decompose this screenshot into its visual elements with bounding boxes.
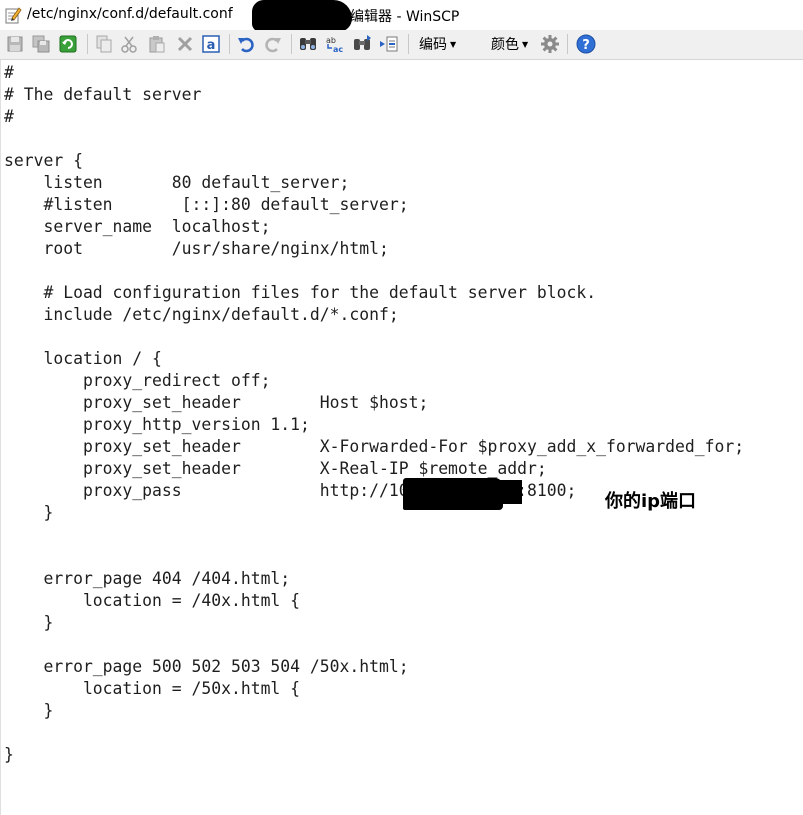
select-all-button[interactable]: a [200, 33, 222, 55]
text-editor[interactable]: # # The default server # server { listen 80… [0, 60, 803, 815]
paste-icon [149, 36, 165, 53]
code-line[interactable]: error_page 500 502 503 504 /50x.html; [4, 656, 744, 678]
code-line[interactable]: error_page 404 /404.html; [4, 568, 744, 590]
code-line[interactable]: location = /50x.html { [4, 678, 744, 700]
settings-icon [541, 35, 559, 53]
settings-button[interactable] [539, 33, 561, 55]
code-line[interactable]: server { [4, 150, 744, 172]
svg-text:?: ? [582, 38, 590, 53]
code-line[interactable]: proxy_set_header X-Real-IP $remote_addr; [4, 458, 744, 480]
code-line[interactable]: } [4, 700, 744, 722]
code-line[interactable]: #listen [::]:80 default_server; [4, 194, 744, 216]
cut-button[interactable] [118, 33, 140, 55]
find-icon [300, 38, 316, 50]
code-line[interactable]: location = /40x.html { [4, 590, 744, 612]
edit-file-icon [4, 6, 22, 24]
code-line[interactable]: # [4, 62, 744, 84]
paste-button[interactable] [146, 33, 168, 55]
window-title-suffix: 编辑器 - WinSCP [350, 9, 460, 25]
editor-toolbar: a ab ac 编码 ▼ 颜色 ▼ ? [0, 30, 803, 80]
delete-icon [177, 36, 193, 52]
svg-text:a: a [207, 38, 216, 53]
find-next-icon [354, 35, 371, 50]
code-line[interactable] [4, 326, 744, 348]
redo-button[interactable] [262, 33, 284, 55]
save-all-button[interactable] [30, 33, 52, 55]
save-all-icon [32, 35, 50, 53]
cut-icon [121, 36, 137, 53]
annotation-label: 你的ip端口 [605, 491, 697, 512]
toolbar-separator [87, 34, 88, 54]
replace-button[interactable]: ab ac [323, 33, 345, 55]
code-line[interactable]: proxy_redirect off; [4, 370, 744, 392]
code-line[interactable]: proxy_set_header X-Forwarded-For $proxy_… [4, 436, 744, 458]
code-line[interactable] [4, 128, 744, 150]
code-line[interactable]: listen 80 default_server; [4, 172, 744, 194]
color-dropdown[interactable]: 颜色 ▼ [491, 35, 528, 53]
code-area[interactable]: # # The default server # server { listen 80… [4, 62, 744, 766]
code-line[interactable]: # The default server [4, 84, 744, 106]
save-button[interactable] [4, 33, 26, 55]
code-line[interactable] [4, 546, 744, 568]
toolbar-separator [229, 34, 230, 54]
chevron-down-icon: ▼ [450, 39, 457, 49]
select-all-icon: a [202, 35, 220, 53]
find-button[interactable] [297, 33, 319, 55]
delete-button[interactable] [174, 33, 196, 55]
window-title-path: /etc/nginx/conf.d/default.conf [27, 6, 233, 22]
find-next-button[interactable] [351, 33, 373, 55]
svg-text:ab: ab [326, 36, 336, 45]
code-line[interactable]: root /usr/share/nginx/html; [4, 238, 744, 260]
copy-button[interactable] [93, 33, 115, 55]
toolbar-separator [408, 34, 409, 54]
code-line[interactable]: include /etc/nginx/default.d/*.conf; [4, 304, 744, 326]
svg-text:ac: ac [333, 45, 343, 54]
chevron-down-icon: ▼ [522, 39, 529, 49]
copy-icon [96, 35, 112, 53]
code-line[interactable]: server_name localhost; [4, 216, 744, 238]
undo-icon [238, 37, 254, 53]
redo-icon [265, 37, 281, 53]
code-line[interactable] [4, 524, 744, 546]
code-line[interactable]: # [4, 106, 744, 128]
code-line[interactable] [4, 634, 744, 656]
save-icon [7, 36, 23, 52]
code-line[interactable] [4, 722, 744, 744]
help-button[interactable]: ? [575, 33, 597, 55]
goto-line-icon [380, 36, 398, 52]
title-bar: /etc/nginx/conf.d/default.conf 编辑器 - Win… [0, 0, 803, 32]
reload-icon [59, 35, 77, 53]
toolbar-separator [291, 34, 292, 54]
reload-button[interactable] [57, 33, 79, 55]
code-line[interactable]: location / { [4, 348, 744, 370]
code-line[interactable]: } [4, 744, 744, 766]
color-label: 颜色 [491, 37, 519, 53]
goto-line-button[interactable] [378, 33, 400, 55]
code-line[interactable] [4, 260, 744, 282]
title-redaction [252, 0, 352, 32]
encoding-label: 编码 [419, 37, 447, 53]
code-line[interactable]: # Load configuration files for the defau… [4, 282, 744, 304]
undo-button[interactable] [235, 33, 257, 55]
code-line[interactable]: proxy_set_header Host $host; [4, 392, 744, 414]
ip-redaction [477, 480, 522, 504]
code-line[interactable]: proxy_http_version 1.1; [4, 414, 744, 436]
replace-icon: ab ac [326, 36, 343, 54]
code-line[interactable]: } [4, 612, 744, 634]
help-icon: ? [576, 34, 596, 54]
toolbar-separator [567, 34, 568, 54]
encoding-dropdown[interactable]: 编码 ▼ [419, 35, 456, 53]
